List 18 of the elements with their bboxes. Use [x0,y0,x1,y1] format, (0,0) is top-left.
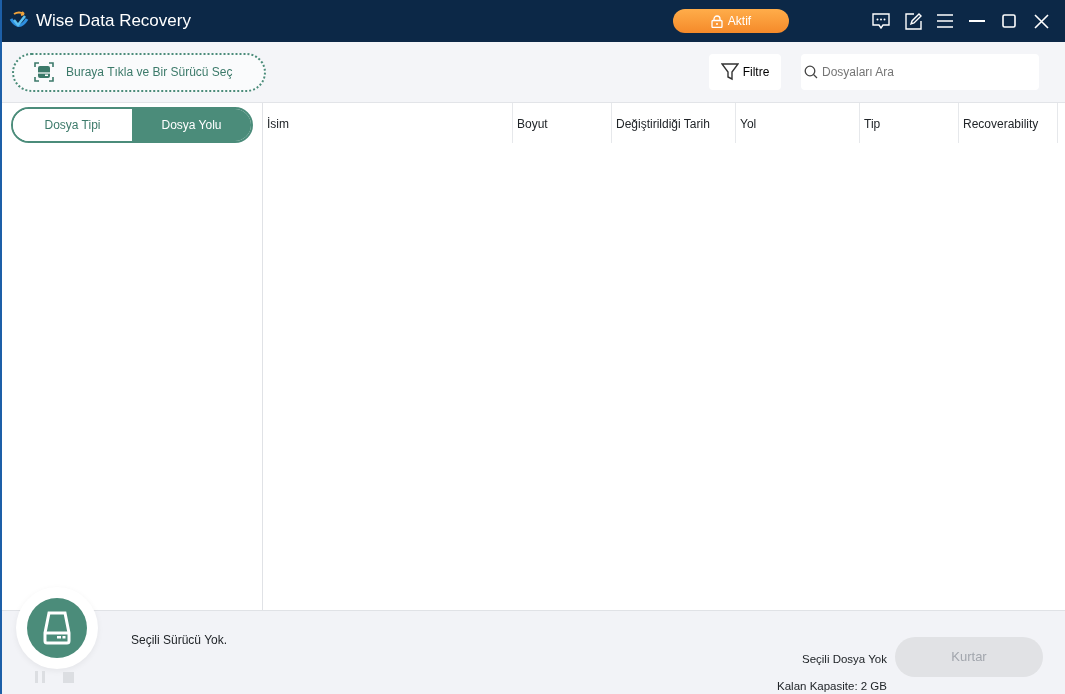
column-header[interactable]: Recoverability [959,103,1058,143]
view-tab[interactable]: Dosya Yolu [132,109,251,141]
column-header[interactable]: Boyut [513,103,612,143]
window-title: Wise Data Recovery [36,10,191,33]
capacity-text: Kalan Kapasite: 2 GB [777,679,887,694]
column-header[interactable]: Değiştirildiği Tarih [612,103,736,143]
drive-picker-button[interactable]: Buraya Tıkla ve Bir Sürücü Seç [12,52,266,92]
drive-status-text: Seçili Sürücü Yok. [131,632,228,649]
search-field[interactable]: Dosyaları Ara [801,54,1039,90]
lock-icon [710,14,723,28]
column-header[interactable]: İsim [263,103,513,143]
drive-icon [34,62,54,82]
filter-icon [720,63,739,81]
column-header[interactable]: Yol [736,103,860,143]
drive-icon[interactable] [27,598,87,658]
selected-files-text: Seçili Dosya Yok [801,652,887,667]
filter-button[interactable]: Filtre [709,54,781,90]
column-header[interactable]: Tip [860,103,959,143]
